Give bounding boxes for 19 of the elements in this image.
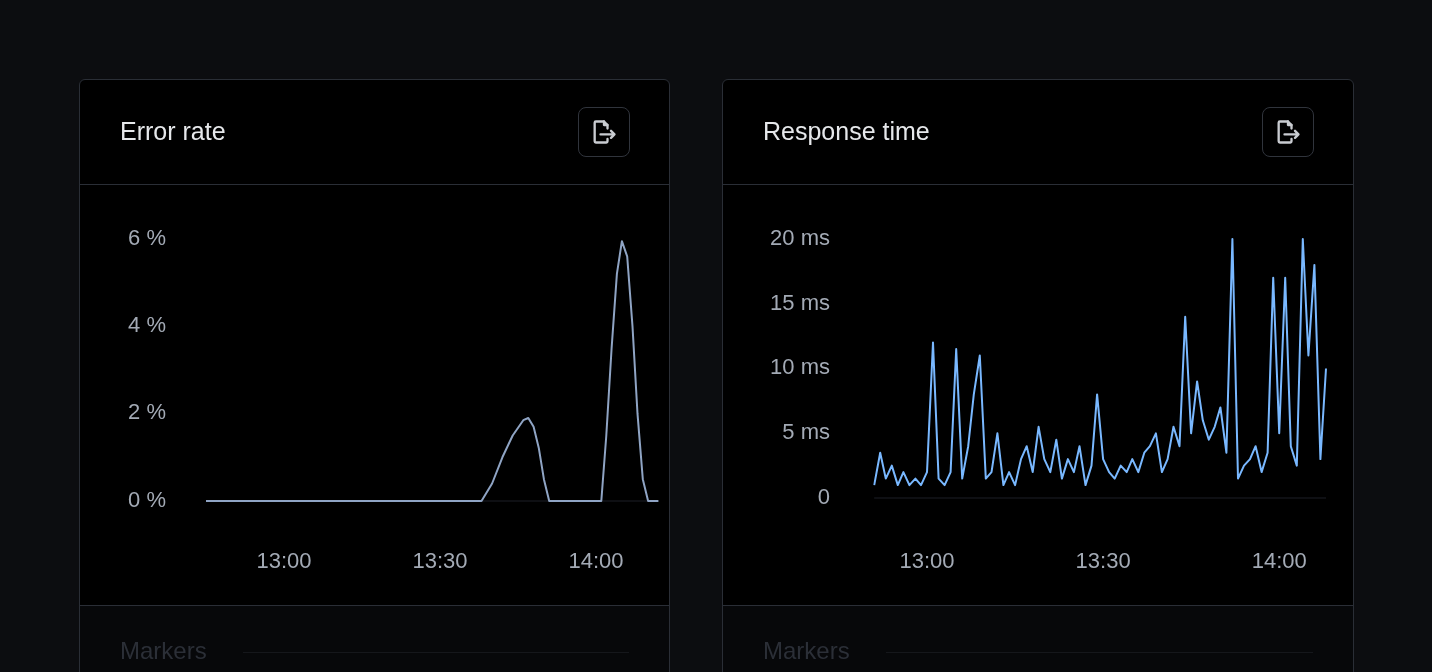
axis-label: 13:30 bbox=[1075, 547, 1131, 573]
axis-label: 6 % bbox=[128, 224, 166, 250]
axis-label: 13:00 bbox=[899, 547, 955, 573]
axis-label: 0 % bbox=[128, 486, 166, 512]
axis-label: 0 bbox=[817, 483, 830, 509]
card-title: Error rate bbox=[120, 116, 226, 148]
axis-label: 14:00 bbox=[1251, 547, 1307, 573]
axis-label: 2 % bbox=[128, 399, 166, 425]
axis-label: 20 ms bbox=[770, 224, 830, 250]
axis-label: 13:00 bbox=[256, 547, 312, 573]
export-button[interactable] bbox=[1262, 107, 1314, 157]
axis-label: 5 ms bbox=[782, 419, 830, 445]
axis-label: 4 % bbox=[128, 312, 166, 338]
card-title: Response time bbox=[763, 116, 930, 148]
axis-label: 10 ms bbox=[770, 354, 830, 380]
axis-label: 14:00 bbox=[568, 547, 624, 573]
export-button[interactable] bbox=[578, 107, 630, 157]
axis-label: 15 ms bbox=[770, 289, 830, 315]
axis-label: 13:30 bbox=[412, 547, 468, 573]
